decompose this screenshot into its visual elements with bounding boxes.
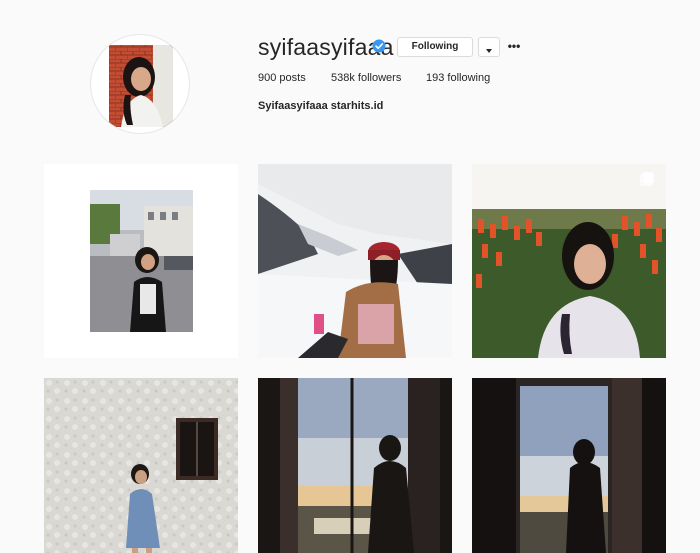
chevron-down-icon <box>486 48 492 53</box>
followers-count: 538k <box>331 72 355 84</box>
suggestions-dropdown-button[interactable] <box>478 37 500 57</box>
post-tile-snow-selfie[interactable] <box>258 164 452 358</box>
post-image <box>258 164 452 358</box>
posts-stat: 900 posts <box>258 72 306 84</box>
post-image <box>90 190 193 332</box>
following-label: following <box>447 72 491 84</box>
following-stat[interactable]: 193 following <box>426 72 490 84</box>
post-tile-window-silhouette-2[interactable] <box>472 378 666 553</box>
profile-bio: Syifaasyifaaa starhits.id <box>258 100 383 112</box>
post-image <box>44 378 238 553</box>
post-image <box>258 378 452 553</box>
profile-avatar[interactable] <box>90 34 190 134</box>
post-tile-flower-field-selfie[interactable] <box>472 164 666 358</box>
post-tile-street-photo[interactable] <box>44 164 238 358</box>
post-image <box>472 164 666 358</box>
followers-label: followers <box>357 72 402 84</box>
multiple-photos-icon <box>640 172 654 186</box>
bio-name: Syifaasyifaaa <box>258 100 328 112</box>
posts-count: 900 <box>258 72 277 84</box>
posts-label: posts <box>279 72 306 84</box>
verified-badge-icon <box>372 39 386 53</box>
post-tile-window-silhouette-1[interactable] <box>258 378 452 553</box>
more-options-button[interactable]: ••• <box>506 38 522 54</box>
followers-stat[interactable]: 538k followers <box>331 72 401 84</box>
post-image <box>472 378 666 553</box>
following-button[interactable]: Following <box>397 37 473 57</box>
bio-link[interactable]: starhits.id <box>331 100 384 112</box>
following-count: 193 <box>426 72 445 84</box>
post-tile-wall-pose[interactable] <box>44 378 238 553</box>
